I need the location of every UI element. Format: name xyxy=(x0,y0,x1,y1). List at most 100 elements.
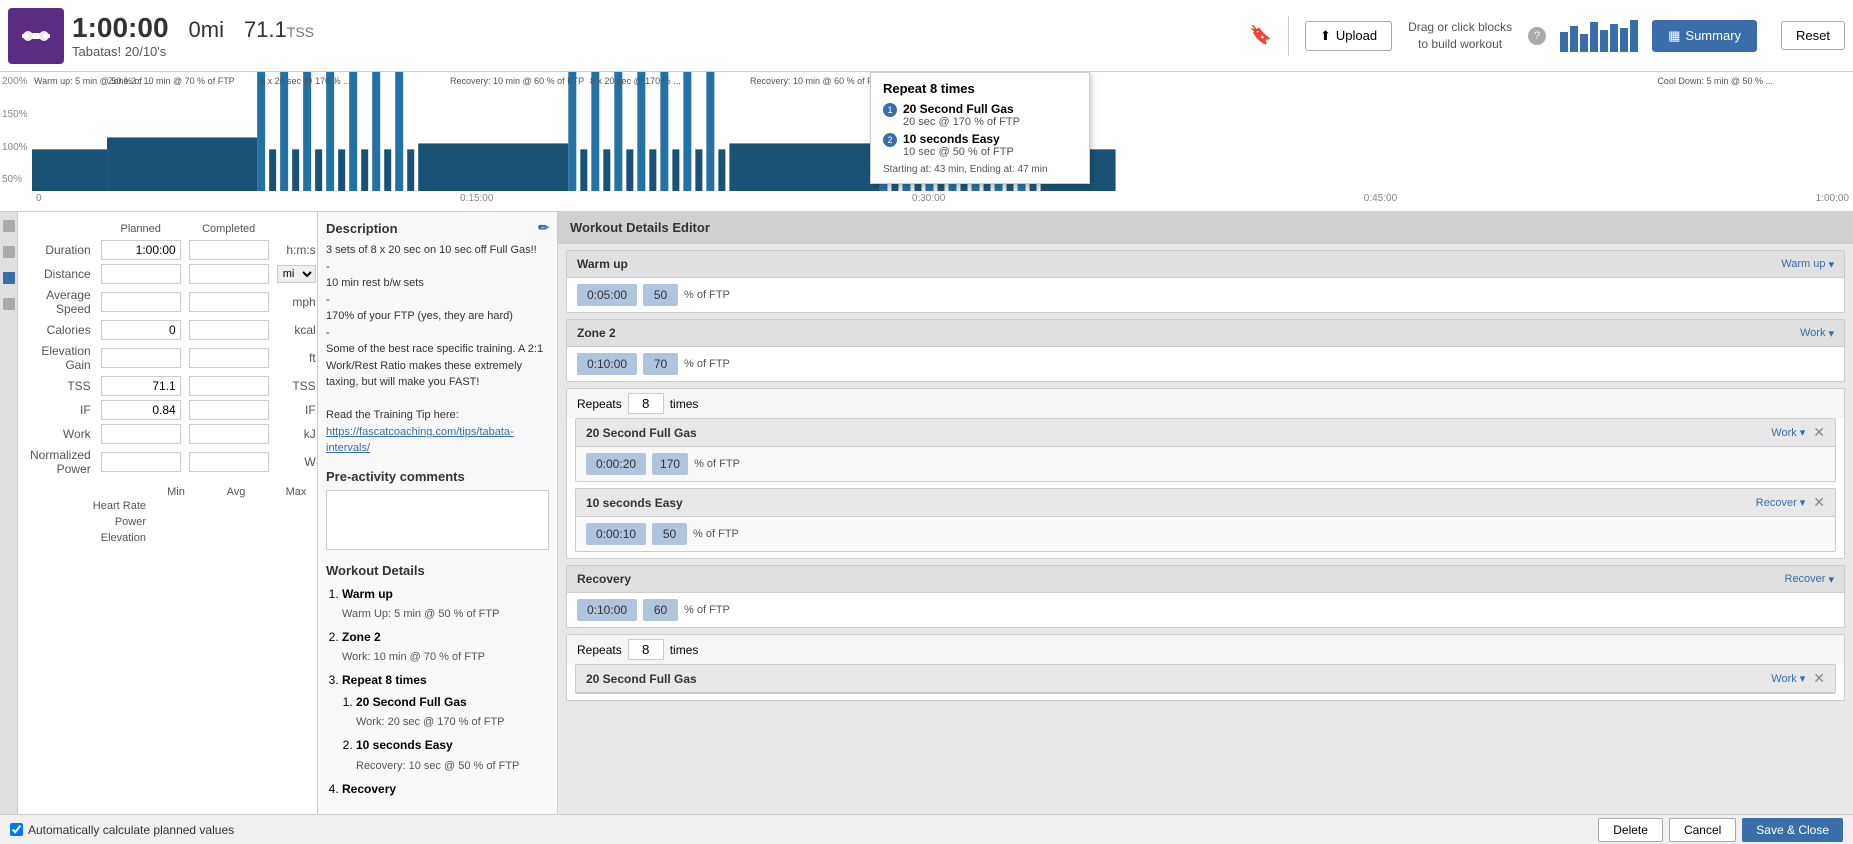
tss-completed-input[interactable] xyxy=(189,376,269,396)
auto-calc-label: Automatically calculate planned values xyxy=(28,823,234,837)
grid-icon: ▦ xyxy=(1668,28,1680,44)
header-workout-info: 1:00:00 0mi 71.1TSS Tabatas! 20/10's xyxy=(72,12,1242,59)
bookmark-icon[interactable]: 🔖 xyxy=(1250,25,1272,46)
side-nav-icon-3[interactable] xyxy=(3,272,15,284)
repeats-label-2: Repeats xyxy=(577,643,622,657)
fullgas-ftp-label: % of FTP xyxy=(694,458,740,470)
reset-button[interactable]: Reset xyxy=(1781,21,1845,50)
delete-button[interactable]: Delete xyxy=(1598,818,1663,842)
distance-unit-select[interactable]: mikm xyxy=(277,265,316,283)
distance-planned-input[interactable] xyxy=(101,264,181,284)
help-icon[interactable]: ? xyxy=(1528,27,1546,45)
pre-activity-textarea[interactable] xyxy=(326,490,549,550)
tooltip-item-2-sub: 10 sec @ 50 % of FTP xyxy=(903,146,1014,158)
distance-completed-input[interactable] xyxy=(189,264,269,284)
calories-completed-input[interactable] xyxy=(189,320,269,340)
easy-action[interactable]: Recover ▾ xyxy=(1756,496,1806,509)
side-nav-icon-4[interactable] xyxy=(3,298,15,310)
tooltip-title: Repeat 8 times xyxy=(883,81,1077,96)
pre-activity-section: Pre-activity comments xyxy=(326,469,549,553)
chart-y-axis: 200% 150% 100% 50% xyxy=(0,72,32,211)
editor-recovery-section: Recovery Recover ▾ 0:10:00 60 % of FTP xyxy=(566,565,1845,628)
work-planned-input[interactable] xyxy=(101,424,181,444)
duration-planned-input[interactable] xyxy=(101,240,181,260)
repeats-row-2: Repeats times xyxy=(567,635,1844,664)
work-completed-input[interactable] xyxy=(189,424,269,444)
fullgas-action[interactable]: Work ▾ xyxy=(1771,426,1805,439)
warmup-action[interactable]: Warm up ▾ xyxy=(1781,258,1834,271)
easy-ftp-label: % of FTP xyxy=(693,528,739,540)
min-avg-max-header: Min Avg Max xyxy=(26,486,309,498)
workout-detail-repeat: Repeat 8 times 20 Second Full Gas Work: … xyxy=(342,670,549,776)
repeats-input-2[interactable] xyxy=(628,639,664,660)
description-edit-icon[interactable]: ✏ xyxy=(538,220,549,236)
stats-table: Planned Completed Duration h:m:s Distanc… xyxy=(26,220,318,478)
easy-pct: 50 xyxy=(652,523,687,545)
repeats-label: Repeats xyxy=(577,397,622,411)
fullgas2-action[interactable]: Work ▾ xyxy=(1771,672,1805,685)
bottom-bar: Automatically calculate planned values D… xyxy=(0,814,1853,844)
duration-completed-input[interactable] xyxy=(189,240,269,260)
workout-details-section: Workout Details Warm up Warm Up: 5 min @… xyxy=(326,563,549,801)
save-close-button[interactable]: Save & Close xyxy=(1742,818,1843,842)
editor-warmup-section: Warm up Warm up ▾ 0:05:00 50 % of FTP xyxy=(566,250,1845,313)
side-nav xyxy=(0,212,18,814)
npower-completed-input[interactable] xyxy=(189,452,269,472)
repeats-input[interactable] xyxy=(628,393,664,414)
editor-recovery-title: Recovery xyxy=(577,572,631,586)
elevation-completed-input[interactable] xyxy=(189,348,269,368)
calories-planned-input[interactable] xyxy=(101,320,181,340)
stat-label-distance: Distance xyxy=(26,262,97,286)
if-planned-input[interactable] xyxy=(101,400,181,420)
npower-planned-input[interactable] xyxy=(101,452,181,472)
stat-row-if: IF IF xyxy=(26,398,318,422)
recovery-time: 0:10:00 xyxy=(577,599,637,621)
col-completed: Completed xyxy=(185,220,273,238)
elevation-planned-input[interactable] xyxy=(101,348,181,368)
fullgas-close-icon[interactable]: ✕ xyxy=(1813,424,1825,441)
chevron-down-icon-easy: ▾ xyxy=(1800,496,1806,509)
side-nav-icon-1[interactable] xyxy=(3,220,15,232)
avgspeed-planned-input[interactable] xyxy=(101,292,181,312)
chart-label-tabata2: 8 x 20 sec @ 170 % ... xyxy=(590,76,681,86)
easy-close-icon[interactable]: ✕ xyxy=(1813,494,1825,511)
upload-button[interactable]: ⬆ Upload xyxy=(1305,21,1392,51)
easy-action-label: Recover xyxy=(1756,497,1797,509)
if-completed-input[interactable] xyxy=(189,400,269,420)
fullgas-time: 0:00:20 xyxy=(586,453,646,475)
recovery-action[interactable]: Recover ▾ xyxy=(1785,573,1835,586)
chevron-down-icon-fullgas: ▾ xyxy=(1800,426,1806,439)
avgspeed-completed-input[interactable] xyxy=(189,292,269,312)
workout-icon xyxy=(8,8,64,64)
stat-row-elevation: Elevation Gain ft xyxy=(26,342,318,374)
fullgas-action-label: Work xyxy=(1771,427,1796,439)
recovery-row: 0:10:00 60 % of FTP xyxy=(567,593,1844,627)
warmup-action-label: Warm up xyxy=(1781,258,1825,270)
tooltip-item-1: 1 20 Second Full Gas 20 sec @ 170 % of F… xyxy=(883,102,1077,128)
cancel-button[interactable]: Cancel xyxy=(1669,818,1736,842)
repeats-row: Repeats times xyxy=(567,389,1844,418)
auto-calc-checkbox[interactable] xyxy=(10,823,23,836)
zone2-action[interactable]: Work ▾ xyxy=(1800,327,1834,340)
summary-button[interactable]: ▦ Summary xyxy=(1652,20,1757,52)
stat-label-if: IF xyxy=(26,398,97,422)
editor-fullgas2-section: 20 Second Full Gas Work ▾ ✕ xyxy=(575,664,1836,694)
zone2-action-label: Work xyxy=(1800,327,1825,339)
stat-label-calories: Calories xyxy=(26,318,97,342)
editor-warmup-title: Warm up xyxy=(577,257,628,271)
stat-row-work: Work kJ xyxy=(26,422,318,446)
stat-label-duration: Duration xyxy=(26,238,97,262)
stat-label-avgspeed: Average Speed xyxy=(26,286,97,318)
fullgas-pct: 170 xyxy=(652,453,688,475)
editor-recovery-header: Recovery Recover ▾ xyxy=(567,566,1844,593)
editor-repeat-block-2: Repeats times 20 Second Full Gas Work ▾ … xyxy=(566,634,1845,701)
fullgas2-close-icon[interactable]: ✕ xyxy=(1813,670,1825,687)
tss-planned-input[interactable] xyxy=(101,376,181,396)
times-label: times xyxy=(670,397,699,411)
header-duration: 1:00:00 xyxy=(72,12,169,44)
description-link[interactable]: https://fascatcoaching.com/tips/tabata-i… xyxy=(326,426,514,455)
side-nav-icon-2[interactable] xyxy=(3,246,15,258)
stat-row-duration: Duration h:m:s xyxy=(26,238,318,262)
fullgas2-action-label: Work xyxy=(1771,673,1796,685)
warmup-row: 0:05:00 50 % of FTP xyxy=(567,278,1844,312)
